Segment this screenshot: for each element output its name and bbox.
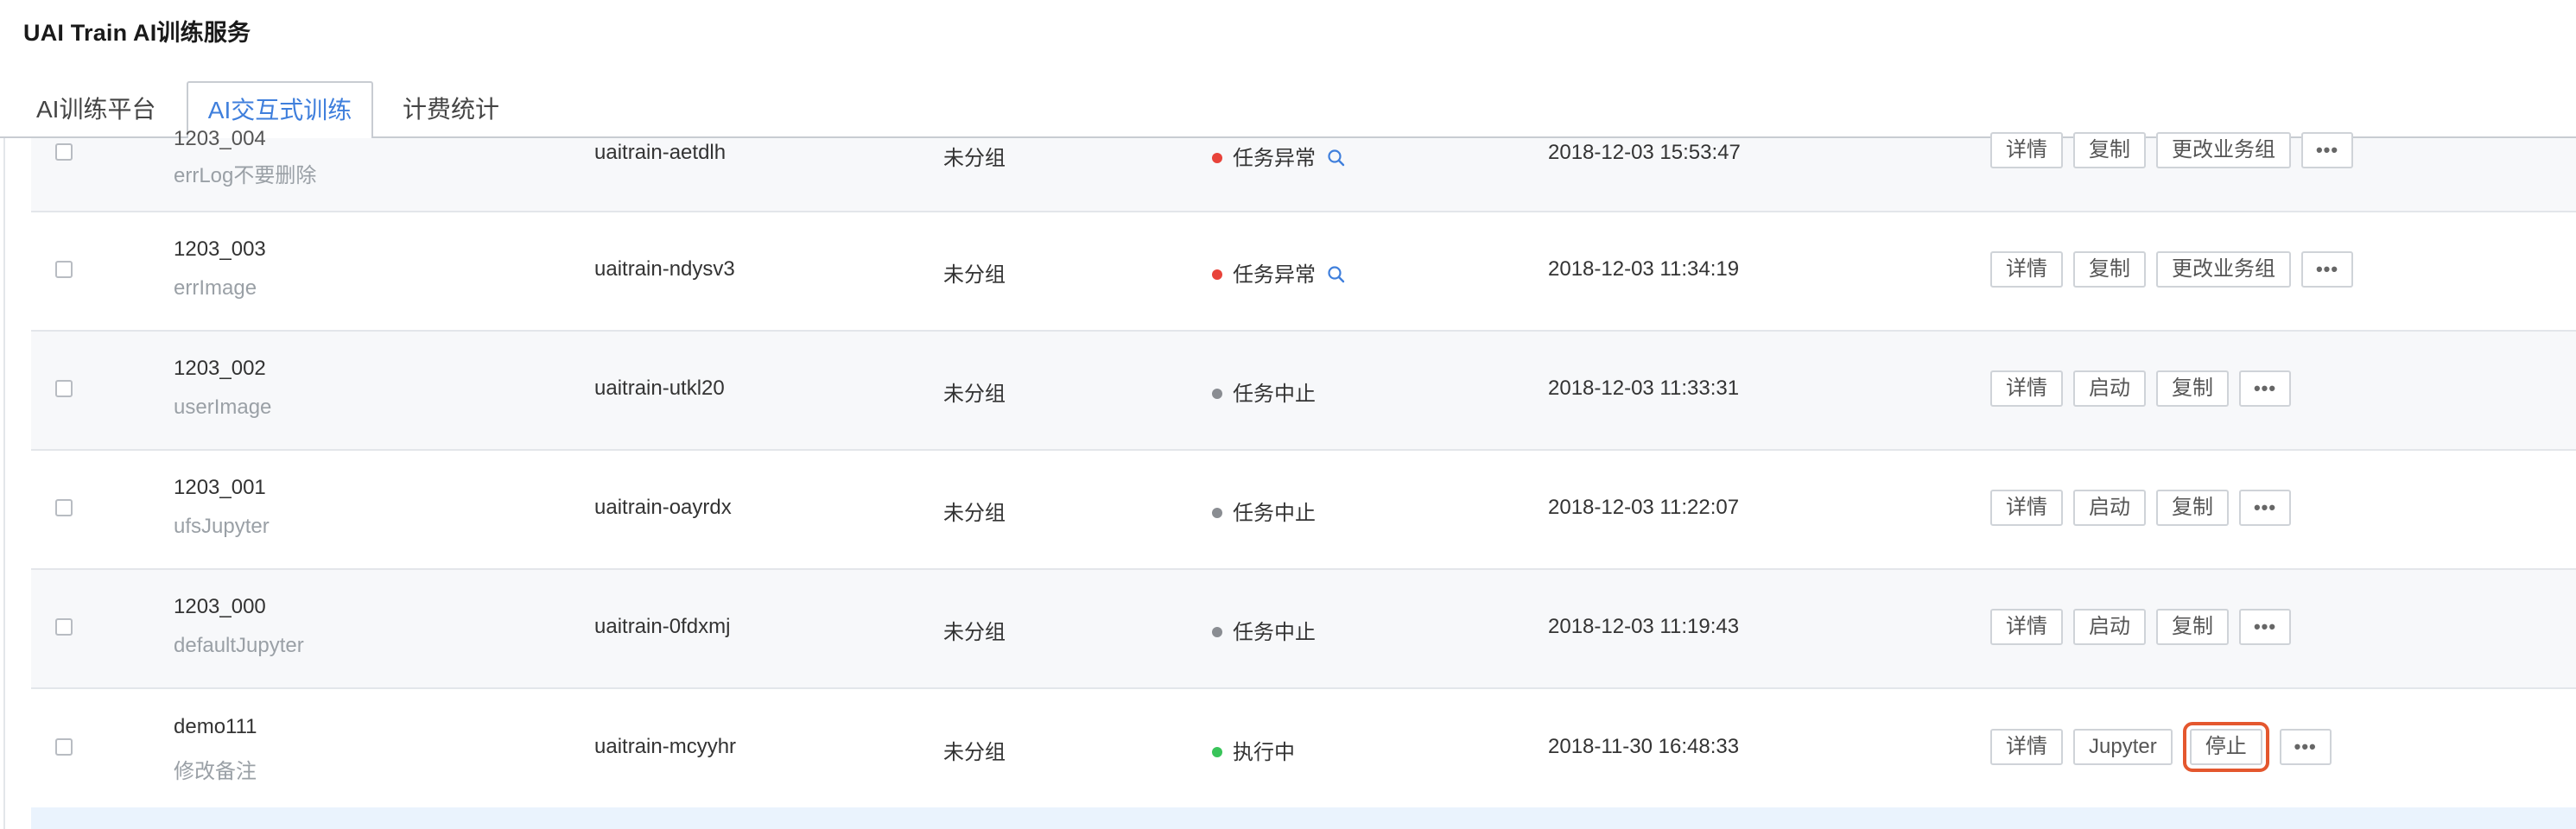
details-button[interactable]: 详情 <box>1990 729 2063 765</box>
start-button[interactable]: 启动 <box>2073 370 2146 407</box>
task-created-time: 2018-12-03 15:53:47 <box>1548 141 1741 164</box>
tab-billing-statistics[interactable]: 计费统计 <box>403 81 499 138</box>
task-id: uaitrain-utkl20 <box>594 377 725 400</box>
task-name: 1203_002 <box>174 357 266 380</box>
copy-button[interactable]: 复制 <box>2073 132 2146 168</box>
task-status: 任务中止 <box>1212 615 1316 645</box>
jupyter-button[interactable]: Jupyter <box>2073 729 2173 765</box>
task-created-time: 2018-12-03 11:34:19 <box>1548 257 1740 281</box>
tab-ai-training-platform[interactable]: AI训练平台 <box>36 81 155 138</box>
task-created-time: 2018-12-03 11:33:31 <box>1548 377 1740 400</box>
task-created-time: 2018-12-03 11:19:43 <box>1548 615 1740 638</box>
task-note: 修改备注 <box>174 760 257 783</box>
more-actions-button[interactable]: ••• <box>2239 370 2291 407</box>
details-button[interactable]: 详情 <box>1990 132 2063 168</box>
row-checkbox[interactable] <box>55 618 73 636</box>
row-actions: 详情 复制 更改业务组 ••• <box>1990 250 2353 288</box>
row-checkbox[interactable] <box>55 143 73 161</box>
task-id: uaitrain-0fdxmj <box>594 615 731 638</box>
row-checkbox[interactable] <box>55 738 73 756</box>
status-text: 任务中止 <box>1233 621 1316 644</box>
task-status: 任务中止 <box>1212 496 1316 526</box>
details-button[interactable]: 详情 <box>1990 609 2063 645</box>
more-actions-button[interactable]: ••• <box>2301 251 2353 288</box>
start-button[interactable]: 启动 <box>2073 609 2146 645</box>
task-group: 未分组 <box>943 383 1006 406</box>
task-group: 未分组 <box>943 147 1006 170</box>
copy-button[interactable]: 复制 <box>2156 609 2229 645</box>
details-button[interactable]: 详情 <box>1990 370 2063 407</box>
status-text: 任务异常 <box>1233 147 1316 170</box>
task-name: demo111 <box>174 715 257 738</box>
task-created-time: 2018-12-03 11:22:07 <box>1548 496 1740 519</box>
table-row: 1203_001 ufsJupyter uaitrain-oayrdx 未分组 … <box>31 451 2576 570</box>
task-status: 任务异常 <box>1212 257 1347 288</box>
more-actions-button[interactable]: ••• <box>2239 490 2291 526</box>
task-name: 1203_003 <box>174 237 266 261</box>
task-status: 任务异常 <box>1212 141 1347 171</box>
change-group-button[interactable]: 更改业务组 <box>2156 251 2291 288</box>
task-group: 未分组 <box>943 502 1006 525</box>
row-checkbox[interactable] <box>55 499 73 516</box>
row-actions: 详情 启动 复制 ••• <box>1990 489 2291 527</box>
selected-row-strip <box>31 807 2576 829</box>
status-running-dot <box>1212 746 1222 757</box>
task-name: 1203_000 <box>174 595 266 618</box>
change-group-button[interactable]: 更改业务组 <box>2156 132 2291 168</box>
status-text: 执行中 <box>1233 741 1295 764</box>
status-text: 任务中止 <box>1233 502 1316 525</box>
task-id: uaitrain-mcyyhr <box>594 735 737 758</box>
table-row: 1203_004 errLog不要删除 uaitrain-aetdlh 未分组 … <box>31 127 2576 212</box>
task-status: 执行中 <box>1212 735 1295 765</box>
status-error-dot <box>1212 152 1222 163</box>
copy-button[interactable]: 复制 <box>2073 251 2146 288</box>
task-id: uaitrain-ndysv3 <box>594 257 735 281</box>
task-group: 未分组 <box>943 621 1006 644</box>
more-actions-button[interactable]: ••• <box>2239 609 2291 645</box>
task-status: 任务中止 <box>1212 377 1316 407</box>
status-text: 任务中止 <box>1233 383 1316 406</box>
table-row: 1203_002 userImage uaitrain-utkl20 未分组 任… <box>31 332 2576 451</box>
app-title: UAI Train AI训练服务 <box>23 20 251 46</box>
task-table: 1203_004 errLog不要删除 uaitrain-aetdlh 未分组 … <box>31 127 2576 829</box>
more-actions-button[interactable]: ••• <box>2279 729 2332 765</box>
table-row: 1203_003 errImage uaitrain-ndysv3 未分组 任务… <box>31 212 2576 332</box>
task-name: 1203_001 <box>174 476 266 499</box>
task-note: errImage <box>174 276 257 300</box>
task-note: userImage <box>174 396 272 419</box>
row-actions: 详情 启动 复制 ••• <box>1990 608 2291 646</box>
row-actions: 详情 复制 更改业务组 ••• <box>1990 131 2353 169</box>
task-note: errLog不要删除 <box>174 164 317 187</box>
task-group: 未分组 <box>943 263 1006 287</box>
status-text: 任务异常 <box>1233 263 1316 287</box>
row-checkbox[interactable] <box>55 380 73 397</box>
more-actions-button[interactable]: ••• <box>2301 132 2353 168</box>
start-button[interactable]: 启动 <box>2073 490 2146 526</box>
row-checkbox[interactable] <box>55 261 73 278</box>
copy-button[interactable]: 复制 <box>2156 490 2229 526</box>
status-stopped-dot <box>1212 388 1222 399</box>
task-id: uaitrain-aetdlh <box>594 141 726 164</box>
search-icon[interactable] <box>1326 148 1347 168</box>
task-note: defaultJupyter <box>174 634 304 657</box>
task-created-time: 2018-11-30 16:48:33 <box>1548 735 1740 758</box>
row-actions: 详情 Jupyter 停止 ••• <box>1990 722 2332 772</box>
task-note: ufsJupyter <box>174 515 270 538</box>
copy-button[interactable]: 复制 <box>2156 370 2229 407</box>
task-id: uaitrain-oayrdx <box>594 496 732 519</box>
details-button[interactable]: 详情 <box>1990 251 2063 288</box>
task-name: 1203_004 <box>174 127 266 150</box>
content-left-border <box>3 138 5 829</box>
table-row: demo111 修改备注 uaitrain-mcyyhr 未分组 执行中 201… <box>31 689 2576 809</box>
status-stopped-dot <box>1212 507 1222 518</box>
status-stopped-dot <box>1212 626 1222 637</box>
row-actions: 详情 启动 复制 ••• <box>1990 370 2291 408</box>
task-group: 未分组 <box>943 741 1006 764</box>
table-row: 1203_000 defaultJupyter uaitrain-0fdxmj … <box>31 570 2576 689</box>
tab-bar: AI训练平台 AI交互式训练 计费统计 <box>0 81 2576 140</box>
details-button[interactable]: 详情 <box>1990 490 2063 526</box>
search-icon[interactable] <box>1326 264 1347 285</box>
status-error-dot <box>1212 269 1222 280</box>
stop-button[interactable]: 停止 <box>2182 722 2269 772</box>
